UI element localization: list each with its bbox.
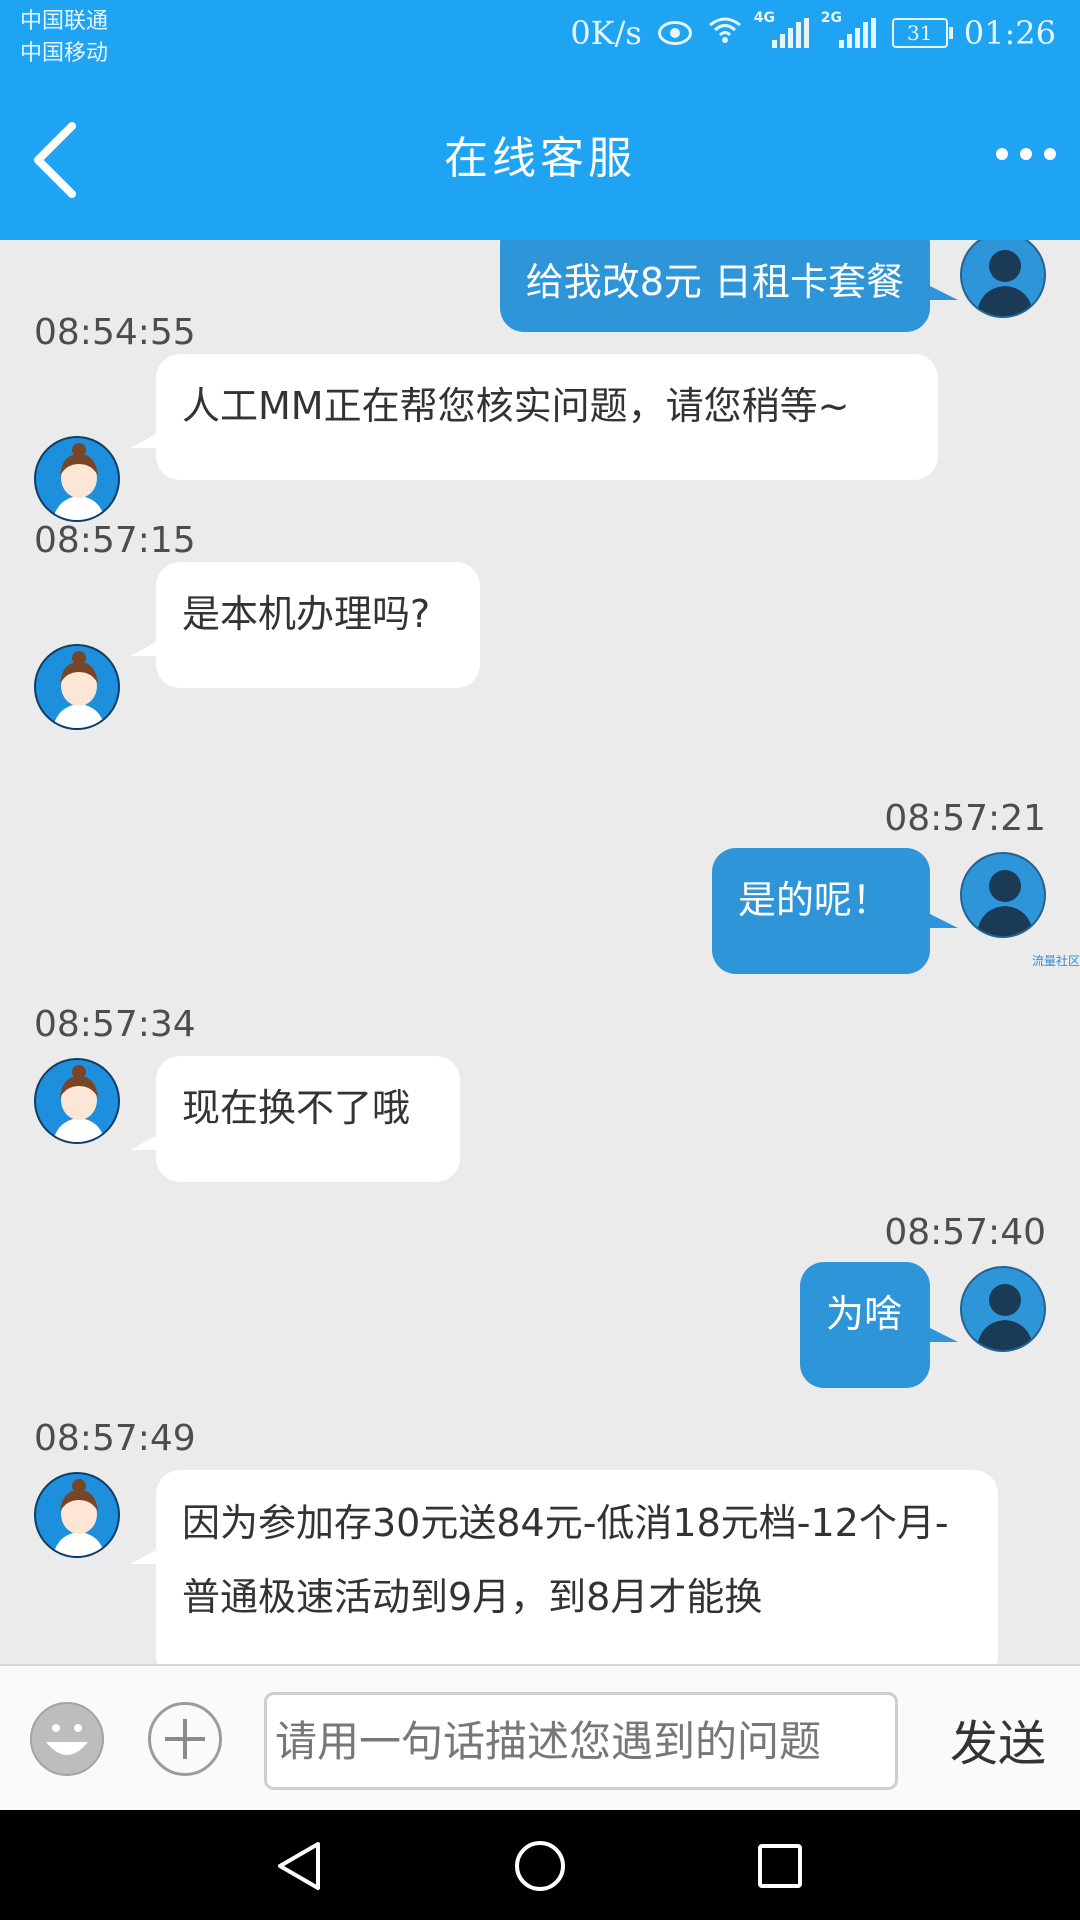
user-avatar[interactable] <box>960 1266 1046 1352</box>
agent-avatar[interactable] <box>34 1058 120 1144</box>
agent-message-bubble: 人工MM正在帮您核实问题，请您稍等~ <box>130 354 938 480</box>
user-message-bubble: 为啥 <box>800 1262 958 1388</box>
message-timestamp: 08:57:15 <box>34 520 196 561</box>
agent-message-bubble: 是本机办理吗? <box>130 562 480 688</box>
more-dots-icon <box>996 148 1056 160</box>
clock: 01:26 <box>963 14 1056 52</box>
battery-icon: 31 <box>891 18 953 48</box>
emoji-icon <box>46 1724 88 1755</box>
carrier-labels: 中国联通 中国移动 <box>20 6 108 70</box>
carrier-1: 中国联通 <box>20 9 109 34</box>
watermark: 流量社区 <box>1031 954 1080 968</box>
status-bar: 中国联通 中国移动 0K/s 4G 2G 31 01:26 <box>0 0 1080 80</box>
message-text: 人工MM正在帮您核实问题，请您稍等~ <box>182 384 850 428</box>
agent-avatar[interactable] <box>34 1472 120 1558</box>
message-text: 为啥 <box>826 1292 903 1336</box>
emoji-button[interactable] <box>30 1702 104 1776</box>
wifi-icon <box>708 15 742 51</box>
message-text: 因为参加存30元送84元-低消18元档-12个月-普通极速活动到9月，到8月才能… <box>182 1501 949 1619</box>
plus-icon <box>165 1719 205 1759</box>
message-timestamp: 08:57:40 <box>884 1212 1046 1253</box>
carrier-2: 中国移动 <box>20 41 109 66</box>
square-recents-icon <box>758 1844 802 1888</box>
user-message-bubble: 是的呢！ <box>712 848 958 974</box>
user-message-bubble: 给我改8元 日租卡套餐 <box>499 240 959 332</box>
user-avatar[interactable] <box>960 240 1046 318</box>
user-avatar[interactable] <box>960 852 1046 938</box>
agent-message-bubble: 因为参加存30元送84元-低消18元档-12个月-普通极速活动到9月，到8月才能… <box>130 1470 998 1664</box>
signal-2g-icon: 2G <box>821 10 876 48</box>
input-bar: 发送 <box>0 1664 1080 1812</box>
header-bar: 在线客服 <box>0 80 1080 240</box>
nav-back-button[interactable] <box>270 1838 330 1894</box>
message-text: 现在换不了哦 <box>182 1086 411 1130</box>
nav-recents-button[interactable] <box>750 1838 810 1894</box>
agent-message-bubble: 现在换不了哦 <box>130 1056 460 1182</box>
agent-avatar[interactable] <box>34 644 120 730</box>
more-button[interactable] <box>996 148 1056 160</box>
message-text: 是本机办理吗? <box>182 592 431 636</box>
message-input[interactable] <box>264 1692 898 1790</box>
message-timestamp: 08:57:49 <box>34 1418 196 1459</box>
triangle-back-icon <box>278 1842 320 1890</box>
nav-home-button[interactable] <box>510 1838 570 1894</box>
circle-home-icon <box>515 1841 565 1891</box>
chat-area[interactable]: 给我改8元 日租卡套餐 08:54:55 人工MM正在帮您核实问题，请您稍等~ … <box>0 240 1080 1664</box>
message-timestamp: 08:57:34 <box>34 1004 196 1045</box>
system-nav-bar <box>0 1810 1080 1920</box>
message-timestamp: 08:54:55 <box>34 312 196 353</box>
status-indicators: 0K/s 4G 2G 31 01:26 <box>570 10 1056 52</box>
message-text: 给我改8元 日租卡套餐 <box>525 260 904 304</box>
plus-button[interactable] <box>148 1702 222 1776</box>
page-title: 在线客服 <box>444 133 636 184</box>
network-speed: 0K/s <box>570 14 642 52</box>
message-timestamp: 08:57:21 <box>884 798 1046 839</box>
eye-comfort-icon <box>657 21 692 45</box>
agent-avatar[interactable] <box>34 436 120 522</box>
send-button[interactable]: 发送 <box>950 1704 1046 1774</box>
signal-4g-icon: 4G <box>754 10 809 48</box>
message-text: 是的呢！ <box>738 878 891 922</box>
